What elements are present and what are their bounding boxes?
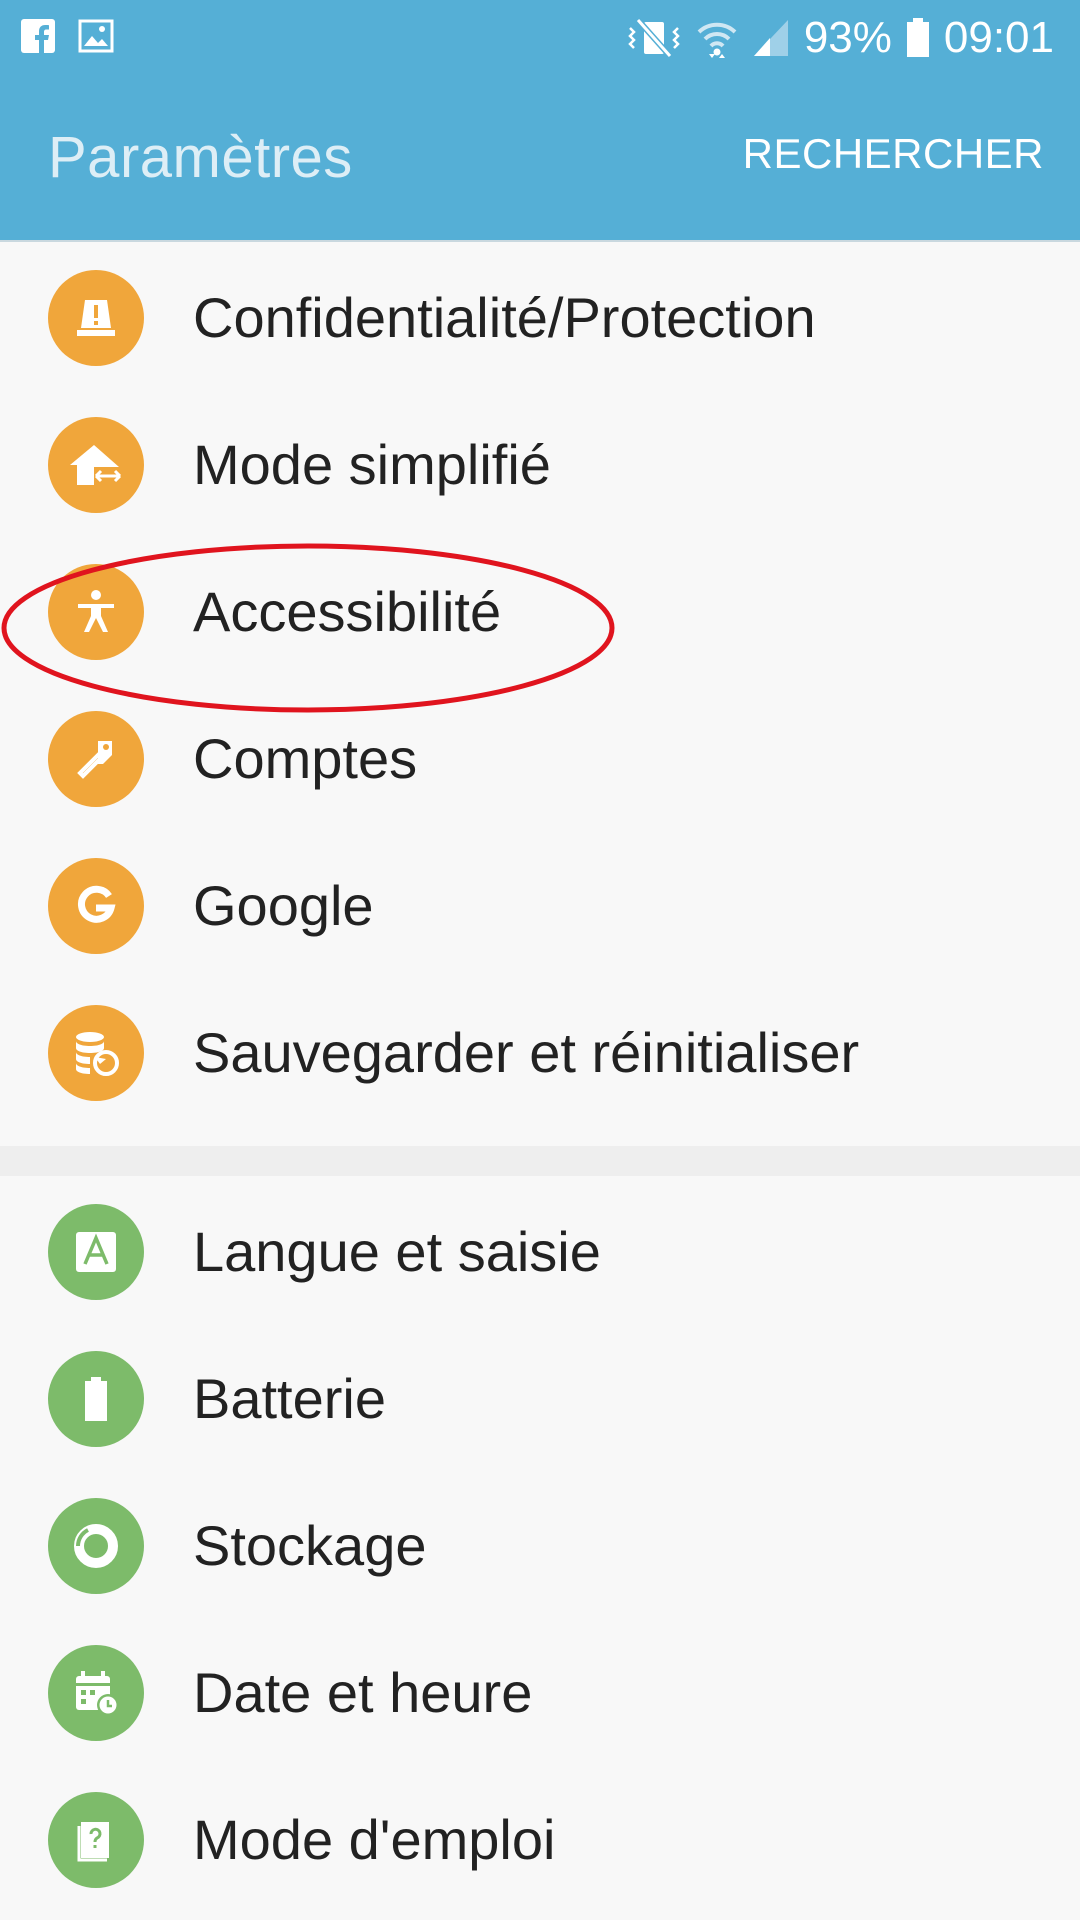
system-icons: 93% 09:01: [626, 0, 1054, 76]
settings-item-confidentialite[interactable]: Confidentialité/Protection: [0, 244, 1080, 391]
settings-item-comptes[interactable]: Comptes: [0, 685, 1080, 832]
easy-mode-home-icon: [48, 416, 144, 513]
calendar-clock-icon: [48, 1644, 144, 1741]
settings-item-label: Sauvegarder et réinitialiser: [193, 1021, 860, 1084]
wifi-icon: [696, 16, 738, 60]
notification-icons: [20, 18, 114, 59]
app-bar: Paramètres RECHERCHER: [0, 76, 1080, 242]
language-a-icon: [48, 1203, 144, 1300]
signal-icon: [752, 18, 790, 58]
page-title: Paramètres: [48, 125, 353, 190]
alert-light-icon: [48, 269, 144, 366]
settings-group-2: Langue et saisie Batterie Stockage Date …: [0, 1178, 1080, 1913]
settings-item-batterie[interactable]: Batterie: [0, 1325, 1080, 1472]
accessibility-person-icon: [48, 563, 144, 660]
settings-item-langue[interactable]: Langue et saisie: [0, 1178, 1080, 1325]
google-g-icon: [48, 857, 144, 954]
settings-item-google[interactable]: Google: [0, 832, 1080, 979]
group-divider: [0, 1146, 1080, 1176]
battery-icon: [906, 18, 930, 58]
settings-item-mode-emploi[interactable]: Mode d'emploi: [0, 1766, 1080, 1913]
battery-percent: 93%: [803, 13, 892, 62]
settings-item-stockage[interactable]: Stockage: [0, 1472, 1080, 1619]
settings-item-label: Stockage: [193, 1514, 427, 1577]
settings-group-1: Confidentialité/Protection Mode simplifi…: [0, 244, 1080, 1126]
settings-item-mode-simplifie[interactable]: Mode simplifié: [0, 391, 1080, 538]
status-bar: 93% 09:01: [0, 0, 1080, 76]
backup-restore-icon: [48, 1004, 144, 1101]
settings-item-label: Mode d'emploi: [193, 1808, 556, 1871]
settings-item-label: Accessibilité: [193, 580, 502, 643]
settings-item-label: Google: [193, 874, 374, 937]
facebook-icon: [20, 18, 56, 59]
settings-item-label: Langue et saisie: [193, 1220, 601, 1283]
vibrate-mute-icon: [626, 16, 682, 60]
key-icon: [48, 710, 144, 807]
settings-item-label: Comptes: [193, 727, 418, 790]
user-manual-icon: [48, 1791, 144, 1888]
settings-item-label: Confidentialité/Protection: [193, 286, 816, 349]
settings-item-label: Mode simplifié: [193, 433, 551, 496]
settings-item-label: Date et heure: [193, 1661, 533, 1724]
settings-item-date-heure[interactable]: Date et heure: [0, 1619, 1080, 1766]
settings-item-label: Batterie: [193, 1367, 386, 1430]
settings-item-accessibilite[interactable]: Accessibilité: [0, 538, 1080, 685]
clock: 09:01: [943, 13, 1054, 62]
search-button[interactable]: RECHERCHER: [743, 130, 1044, 178]
storage-pie-icon: [48, 1497, 144, 1594]
settings-item-sauvegarder[interactable]: Sauvegarder et réinitialiser: [0, 979, 1080, 1126]
image-icon: [78, 18, 114, 59]
battery-icon: [48, 1350, 144, 1447]
